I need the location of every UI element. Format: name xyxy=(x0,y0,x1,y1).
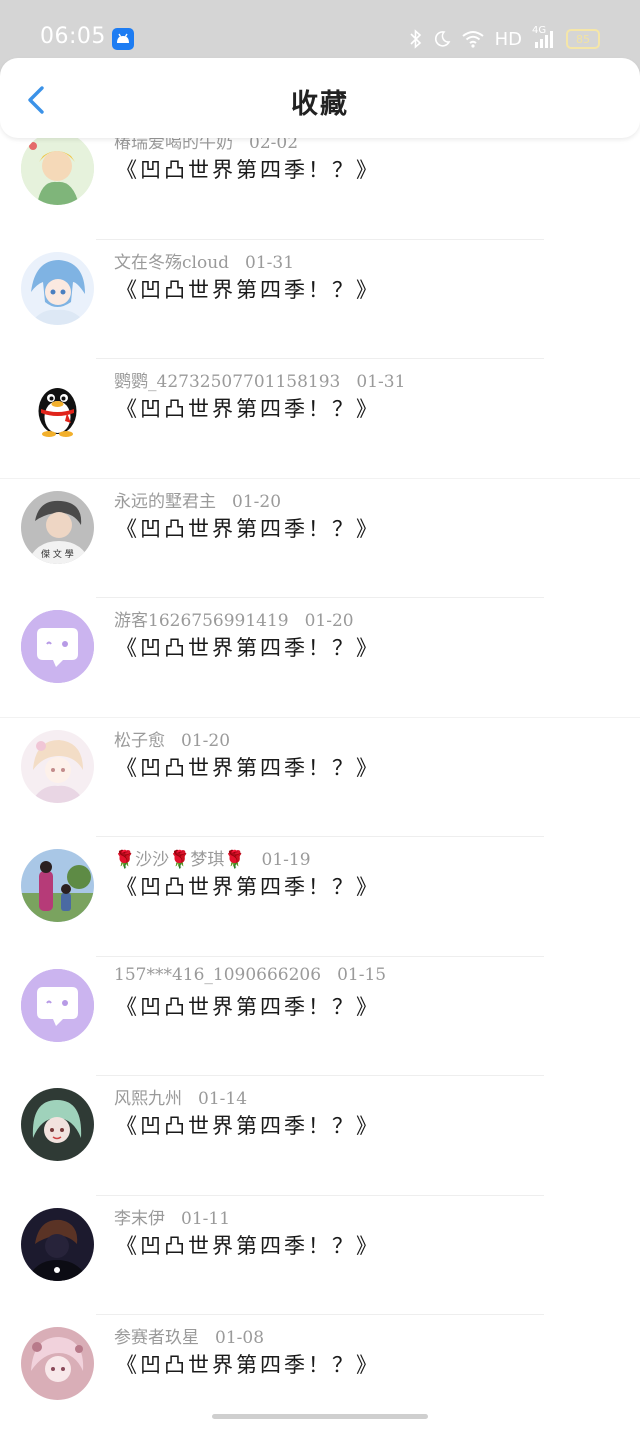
user-name: 157***416_1090666206 xyxy=(114,964,322,985)
item-message[interactable]: 《凹凸世界第四季！？》 xyxy=(116,393,380,423)
item-date: 01-15 xyxy=(337,964,387,985)
item-date: 01-31 xyxy=(356,372,406,392)
avatar[interactable]: 傑 文 學 xyxy=(21,490,94,564)
avatar[interactable] xyxy=(21,1327,94,1400)
user-name: 李末伊 xyxy=(114,1208,165,1229)
item-message[interactable]: 《凹凸世界第四季！？》 xyxy=(116,513,380,543)
app-notification-icon xyxy=(112,28,134,50)
user-name: 鹦鹦_42732507701158193 xyxy=(114,372,341,392)
list-item[interactable]: 鹦鹦_42732507701158193 01-31 《凹凸世界第四季！？》 xyxy=(0,359,640,479)
item-message[interactable]: 《凹凸世界第四季！？》 xyxy=(116,1110,380,1140)
list-item[interactable]: 李末伊 01-11 《凹凸世界第四季！？》 xyxy=(0,1196,640,1315)
page-title: 收藏 xyxy=(291,89,349,120)
item-date: 01-20 xyxy=(304,611,354,631)
item-meta: 157***416_1090666206 01-15 xyxy=(114,965,386,985)
list-item[interactable]: 157***416_1090666206 01-15 《凹凸世界第四季！？》 xyxy=(0,957,640,1076)
qq-penguin-icon xyxy=(38,388,77,437)
item-meta: 松子愈 01-20 xyxy=(114,726,230,751)
user-name: 文在冬殇cloud xyxy=(114,252,230,273)
list-item[interactable]: 文在冬殇cloud 01-31 《凹凸世界第四季！？》 xyxy=(0,240,640,359)
avatar[interactable] xyxy=(21,729,94,803)
item-meta: 文在冬殇cloud 01-31 xyxy=(114,248,294,273)
item-message[interactable]: 《凹凸世界第四季！？》 xyxy=(116,752,380,782)
default-chat-icon xyxy=(21,610,94,683)
network-label: HD xyxy=(494,28,522,50)
item-date: 01-31 xyxy=(245,252,295,273)
user-name: 🌹沙沙🌹梦琪🌹 xyxy=(114,850,246,870)
wifi-icon xyxy=(461,30,485,48)
signal-icon: 4G xyxy=(532,25,556,49)
item-date: 01-11 xyxy=(181,1208,231,1229)
favorites-list: 椿瑞爱喝的牛奶 02-02 《凹凸世界第四季！？》 文在冬殇cloud 01-31 … xyxy=(0,132,640,1435)
item-message[interactable]: 《凹凸世界第四季！？》 xyxy=(116,1230,380,1260)
item-message[interactable]: 《凹凸世界第四季！？》 xyxy=(116,991,380,1021)
nav-header: 收藏 xyxy=(0,58,640,138)
list-item[interactable]: 傑 文 學 永远的墅君主 01-20 《凹凸世界第四季！？》 xyxy=(0,479,640,598)
avatar[interactable] xyxy=(21,132,94,205)
user-name: 风熙九州 xyxy=(114,1089,182,1109)
item-date: 01-08 xyxy=(215,1328,265,1348)
avatar[interactable] xyxy=(21,610,94,683)
svg-text:傑 文 學: 傑 文 學 xyxy=(41,548,74,560)
battery-icon: 85 xyxy=(566,29,600,49)
item-message[interactable]: 《凹凸世界第四季！？》 xyxy=(116,632,380,662)
status-time: 06:05 xyxy=(40,24,106,49)
avatar[interactable] xyxy=(21,1207,94,1281)
list-item[interactable]: 风熙九州 01-14 《凹凸世界第四季！？》 xyxy=(0,1076,640,1196)
item-message[interactable]: 《凹凸世界第四季！？》 xyxy=(116,1349,380,1379)
item-meta: 风熙九州 01-14 xyxy=(114,1084,247,1109)
moon-icon xyxy=(433,30,451,48)
user-name: 参赛者玖星 xyxy=(114,1328,199,1348)
bluetooth-icon xyxy=(409,29,423,49)
item-date: 01-20 xyxy=(232,491,282,512)
avatar[interactable] xyxy=(21,968,94,1042)
home-indicator[interactable] xyxy=(212,1414,428,1419)
list-item[interactable]: 🌹沙沙🌹梦琪🌹 01-19 《凹凸世界第四季！？》 xyxy=(0,837,640,957)
user-name: 松子愈 xyxy=(114,730,165,751)
user-name: 永远的墅君主 xyxy=(114,491,216,512)
list-item[interactable]: 松子愈 01-20 《凹凸世界第四季！？》 xyxy=(0,718,640,837)
avatar[interactable] xyxy=(21,1088,94,1161)
avatar[interactable] xyxy=(21,371,94,444)
item-date: 01-20 xyxy=(181,730,231,751)
item-date: 01-19 xyxy=(261,850,311,870)
avatar[interactable] xyxy=(21,849,94,922)
item-message[interactable]: 《凹凸世界第四季！？》 xyxy=(116,274,380,304)
item-meta: 李末伊 01-11 xyxy=(114,1204,230,1229)
default-chat-icon xyxy=(21,968,94,1042)
item-message[interactable]: 《凹凸世界第四季！？》 xyxy=(116,871,380,901)
item-meta: 永远的墅君主 01-20 xyxy=(114,487,281,512)
user-name: 游客1626756991419 xyxy=(114,611,289,631)
item-meta: 游客1626756991419 01-20 xyxy=(114,606,354,631)
item-meta: 鹦鹦_42732507701158193 01-31 xyxy=(114,367,405,392)
item-meta: 🌹沙沙🌹梦琪🌹 01-19 xyxy=(114,845,311,870)
item-date: 01-14 xyxy=(198,1089,248,1109)
item-meta: 参赛者玖星 01-08 xyxy=(114,1323,264,1348)
item-message[interactable]: 《凹凸世界第四季！？》 xyxy=(116,154,380,184)
list-item[interactable]: 游客1626756991419 01-20 《凹凸世界第四季！？》 xyxy=(0,598,640,718)
avatar[interactable] xyxy=(21,251,94,325)
